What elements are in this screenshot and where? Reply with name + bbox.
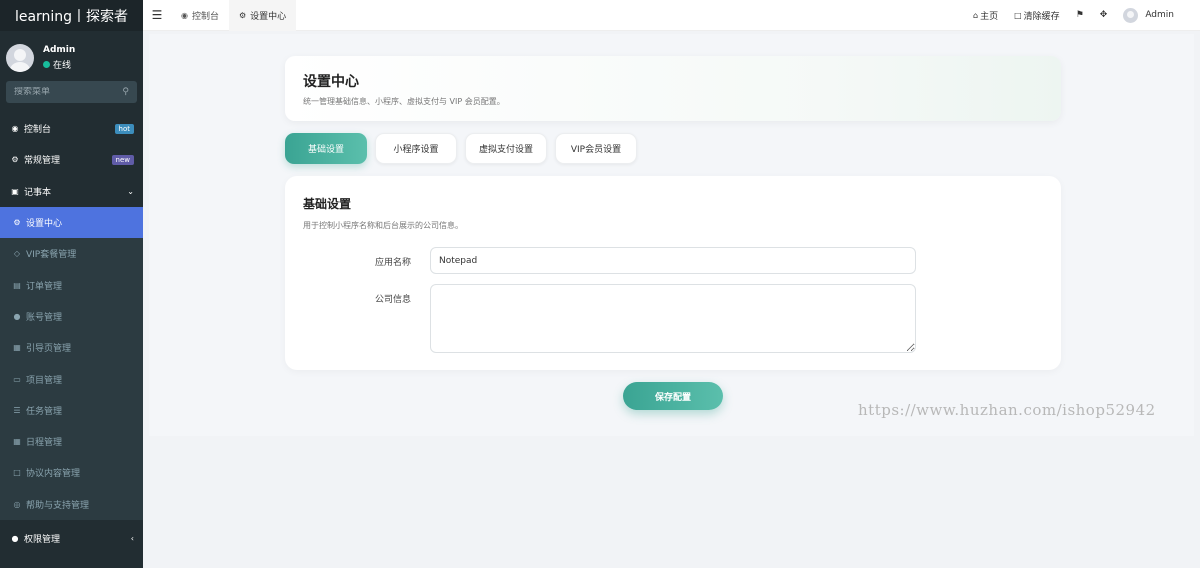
app-logo[interactable]: learning丨探索者: [0, 0, 143, 31]
sidebar-item-accounts[interactable]: ● 账号管理: [0, 301, 143, 332]
home-icon: ⌂: [973, 10, 979, 20]
clear-cache-link[interactable]: □ 清除缓存: [1014, 9, 1060, 22]
home-link[interactable]: ⌂ 主页: [973, 9, 998, 22]
fullscreen-icon: ✥: [1099, 10, 1108, 20]
list-icon: ▤: [13, 280, 21, 290]
app-name-input[interactable]: [430, 247, 916, 274]
sidebar-item-vip-packages[interactable]: ◇ VIP套餐管理: [0, 238, 143, 269]
users-icon: ●: [11, 534, 19, 543]
users-icon: ●: [13, 311, 21, 321]
sidebar-item-agreements[interactable]: □ 协议内容管理: [0, 457, 143, 488]
sidebar-item-label: 记事本: [24, 187, 52, 198]
dashboard-icon: ◉: [181, 10, 188, 20]
lifebuoy-icon: ◎: [13, 499, 21, 509]
gear-icon: ⚙: [239, 10, 247, 20]
page-description: 统一管理基础信息、小程序、虚拟支付与 VIP 会员配置。: [303, 97, 505, 106]
calendar-icon: ▦: [13, 437, 21, 447]
settings-tabs: 基础设置 小程序设置 虚拟支付设置 VIP会员设置: [285, 133, 645, 164]
tab-label: 控制台: [191, 11, 219, 22]
tasks-icon: ☰: [13, 405, 21, 415]
page-title: 设置中心: [303, 74, 359, 90]
app-name-label: 应用名称: [375, 258, 412, 268]
user-info: Admin 在线: [43, 45, 75, 71]
section-description: 用于控制小程序名称和后台展示的公司信息。: [303, 221, 463, 230]
sidebar-item-label: 权限管理: [24, 535, 61, 545]
sidebar-item-general[interactable]: ⚙ 常规管理 new: [0, 144, 143, 175]
admin-avatar: [1123, 7, 1139, 23]
language-toggle[interactable]: ⚑: [1076, 10, 1084, 20]
sidebar-item-dashboard[interactable]: ◉ 控制台 hot: [0, 113, 143, 144]
tab-label: 设置中心: [250, 11, 287, 22]
sidebar-item-permissions[interactable]: ● 权限管理 ‹: [0, 523, 143, 554]
sidebar-search: ⚲: [6, 81, 137, 103]
sidebar-item-label: 协议内容管理: [26, 469, 81, 480]
search-icon[interactable]: ⚲: [122, 87, 129, 97]
online-dot-icon: [43, 61, 50, 68]
user-panel: Admin 在线: [0, 36, 143, 80]
company-info-label: 公司信息: [375, 295, 412, 305]
sidebar-item-projects[interactable]: ▭ 项目管理: [0, 363, 143, 394]
user-status: 在线: [43, 58, 75, 71]
tab-dashboard[interactable]: ◉ 控制台: [171, 0, 229, 31]
sidebar-item-label: 控制台: [24, 125, 52, 136]
tab-virtual-payment-settings[interactable]: 虚拟支付设置: [465, 133, 547, 164]
sidebar-item-label: VIP套餐管理: [26, 250, 77, 261]
topbar-actions: ⌂ 主页 □ 清除缓存 ⚑ ✥ Admin: [957, 7, 1200, 23]
tab-basic-settings[interactable]: 基础设置: [285, 133, 367, 164]
hot-badge: hot: [114, 123, 134, 134]
gear-icon: ⚙: [13, 218, 21, 228]
sidebar-item-guide-pages[interactable]: ▦ 引导页管理: [0, 332, 143, 363]
sidebar-item-label: 常规管理: [24, 156, 61, 167]
admin-menu[interactable]: Admin: [1123, 7, 1174, 23]
image-icon: ▦: [13, 343, 21, 353]
chevron-down-icon: ⌄: [127, 186, 134, 196]
diamond-icon: ◇: [13, 249, 21, 259]
user-name: Admin: [43, 45, 76, 55]
trash-icon: □: [1014, 10, 1022, 20]
watermark-url: https://www.huzhan.com/ishop52942: [858, 401, 1156, 419]
menu-search-input[interactable]: [14, 87, 114, 97]
admin-name: Admin: [1145, 10, 1174, 20]
book-icon: ▣: [11, 186, 19, 196]
topbar: ☰ ◉ 控制台 ⚙ 设置中心 ⌂ 主页 □ 清除缓存 ⚑ ✥ Admin: [143, 0, 1200, 31]
home-link-label: 主页: [980, 11, 999, 22]
clear-cache-label: 清除缓存: [1023, 11, 1060, 22]
company-info-textarea[interactable]: [430, 284, 916, 353]
sidebar-item-orders[interactable]: ▤ 订单管理: [0, 269, 143, 300]
folder-icon: ▭: [13, 374, 21, 384]
new-badge: new: [111, 154, 134, 165]
sidebar-item-label: 设置中心: [26, 219, 63, 230]
user-status-text: 在线: [53, 61, 72, 71]
sidebar-item-notebook[interactable]: ▣ 记事本 ⌄: [0, 176, 143, 207]
user-avatar: [6, 44, 34, 72]
sidebar-item-label: 项目管理: [26, 375, 63, 386]
flag-icon: ⚑: [1075, 10, 1084, 20]
sidebar-item-tasks[interactable]: ☰ 任务管理: [0, 395, 143, 426]
page-header-card: 设置中心 统一管理基础信息、小程序、虚拟支付与 VIP 会员配置。: [285, 56, 1061, 121]
cogs-icon: ⚙: [11, 155, 19, 165]
tab-vip-settings[interactable]: VIP会员设置: [555, 133, 637, 164]
chevron-left-icon: ‹: [130, 534, 134, 543]
dashboard-icon: ◉: [11, 124, 19, 134]
basic-settings-card: 基础设置 用于控制小程序名称和后台展示的公司信息。 应用名称 公司信息: [285, 176, 1061, 370]
menu-toggle-icon[interactable]: ☰: [143, 8, 171, 22]
sidebar-item-label: 日程管理: [26, 438, 63, 449]
fullscreen-toggle[interactable]: ✥: [1100, 10, 1108, 20]
sidebar-item-help-support[interactable]: ◎ 帮助与支持管理: [0, 489, 143, 520]
sidebar-item-label: 任务管理: [26, 406, 63, 417]
section-title: 基础设置: [303, 197, 352, 211]
sidebar-item-label: 账号管理: [26, 312, 63, 323]
sidebar-item-schedule[interactable]: ▦ 日程管理: [0, 426, 143, 457]
sidebar-item-settings-center[interactable]: ⚙ 设置中心: [0, 206, 143, 239]
tab-miniprogram-settings[interactable]: 小程序设置: [375, 133, 457, 164]
sidebar-nav: ◉ 控制台 hot ⚙ 常规管理 new ▣ 记事本 ⌄ ⚙ 设置中心 ◇ VI…: [0, 113, 143, 554]
sidebar: learning丨探索者 Admin 在线 ⚲ ◉ 控制台 hot ⚙ 常规管理…: [0, 0, 143, 568]
sidebar-item-label: 订单管理: [26, 281, 63, 292]
sidebar-item-label: 引导页管理: [26, 344, 72, 355]
sidebar-item-label: 帮助与支持管理: [26, 500, 90, 511]
save-config-button[interactable]: 保存配置: [623, 382, 723, 410]
notebook-submenu: ⚙ 设置中心 ◇ VIP套餐管理 ▤ 订单管理 ● 账号管理 ▦ 引导页管理 ▭…: [0, 206, 143, 520]
file-icon: □: [13, 468, 21, 478]
tab-settings-center[interactable]: ⚙ 设置中心: [229, 0, 297, 31]
